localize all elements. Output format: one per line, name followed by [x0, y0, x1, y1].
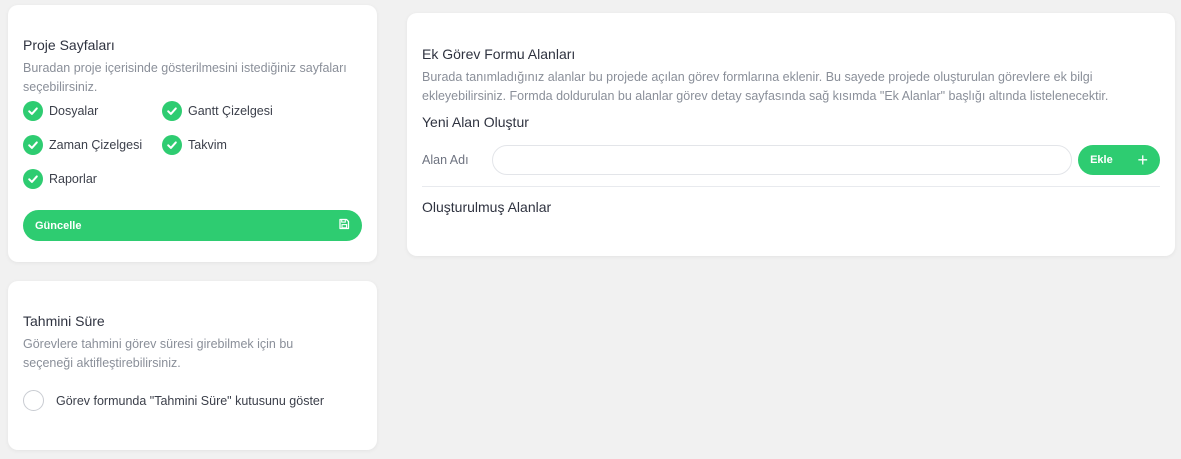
page-option-label: Raporlar — [49, 172, 97, 186]
page-option-gantt[interactable]: Gantt Çizelgesi — [162, 101, 273, 121]
field-name-input[interactable] — [491, 145, 1073, 175]
estimated-time-option[interactable]: Görev formunda "Tahmini Süre" kutusunu g… — [23, 390, 362, 411]
estimated-time-title: Tahmini Süre — [23, 313, 105, 329]
check-icon — [162, 135, 182, 155]
page-option-calendar[interactable]: Takvim — [162, 135, 227, 155]
project-pages-description: Buradan proje içerisinde gösterilmesini … — [23, 61, 347, 94]
estimated-time-option-label: Görev formunda "Tahmini Süre" kutusunu g… — [56, 393, 325, 408]
radio-toggle[interactable] — [23, 390, 44, 411]
extra-fields-description: Burada tanımladığınız alanlar bu projede… — [422, 70, 1109, 103]
project-pages-card: Proje Sayfaları Buradan proje içerisinde… — [8, 5, 377, 262]
plus-icon: + — [1137, 150, 1148, 170]
page-option-label: Gantt Çizelgesi — [188, 104, 273, 118]
add-button-label: Ekle — [1090, 154, 1113, 166]
check-icon — [162, 101, 182, 121]
update-button[interactable]: Güncelle — [23, 210, 362, 241]
field-name-label: Alan Adı — [422, 153, 469, 167]
project-pages-title: Proje Sayfaları — [23, 37, 115, 53]
extra-task-fields-card: Ek Görev Formu Alanları Burada tanımladı… — [407, 13, 1175, 256]
created-fields-title: Oluşturulmuş Alanlar — [422, 199, 552, 215]
page-option-files[interactable]: Dosyalar — [23, 101, 98, 121]
page-option-reports[interactable]: Raporlar — [23, 169, 97, 189]
page-option-timeline[interactable]: Zaman Çizelgesi — [23, 135, 142, 155]
check-icon — [23, 135, 43, 155]
update-button-label: Güncelle — [35, 219, 82, 232]
page-option-label: Takvim — [188, 138, 227, 152]
extra-fields-title: Ek Görev Formu Alanları — [422, 46, 576, 62]
estimated-time-card: Tahmini Süre Görevlere tahmini görev sür… — [8, 281, 377, 450]
new-field-row: Alan Adı Ekle + — [422, 145, 1160, 175]
estimated-time-description: Görevlere tahmini görev süresi girebilme… — [23, 337, 294, 370]
check-icon — [23, 101, 43, 121]
page-option-label: Zaman Çizelgesi — [49, 138, 143, 152]
new-field-title: Yeni Alan Oluştur — [422, 114, 529, 130]
add-field-button[interactable]: Ekle + — [1078, 145, 1160, 175]
save-icon — [338, 218, 350, 233]
page-option-label: Dosyalar — [49, 104, 99, 118]
divider — [422, 186, 1160, 187]
project-pages-checklist: Dosyalar Gantt Çizelgesi Zaman Çizelgesi… — [23, 101, 362, 203]
check-icon — [23, 169, 43, 189]
